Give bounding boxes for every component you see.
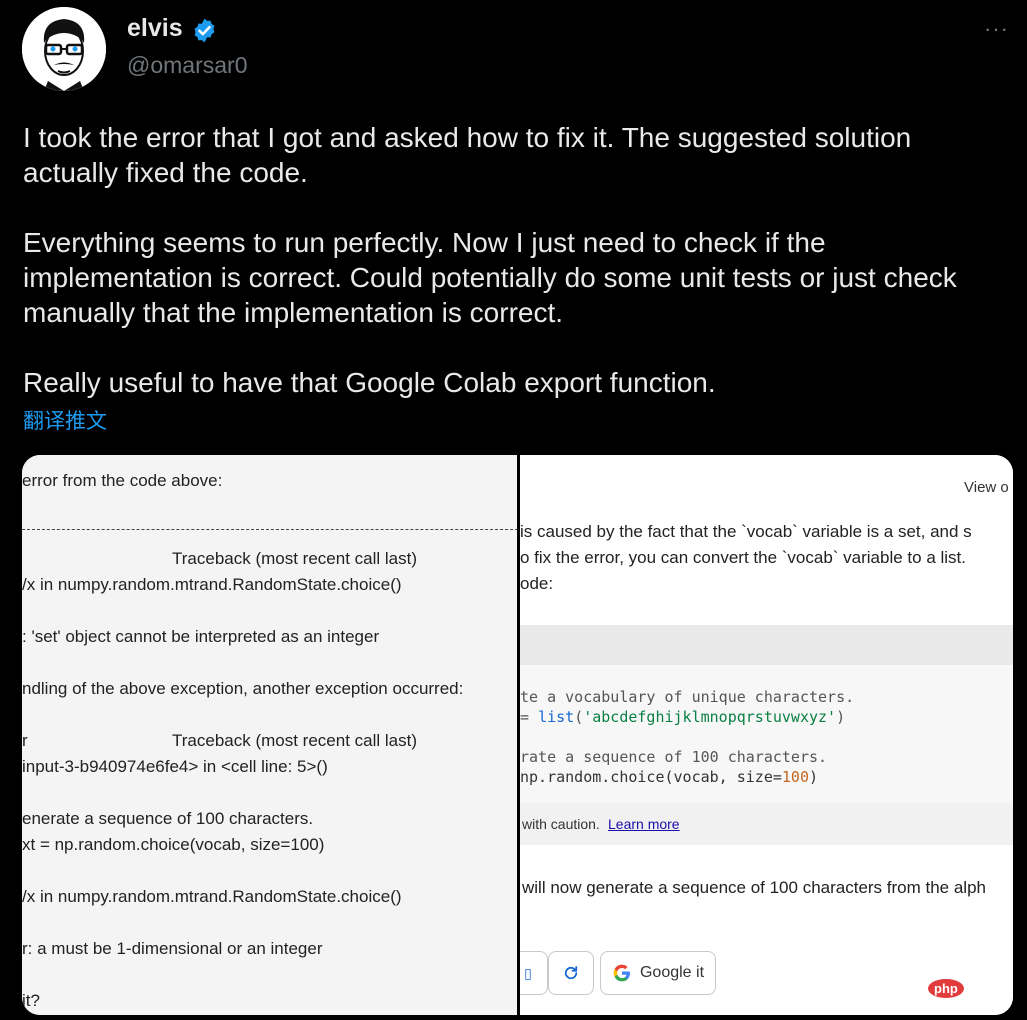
google-it-button[interactable]: Google it (600, 951, 716, 995)
php-logo-icon: php (928, 978, 964, 998)
error-line: it? (22, 991, 40, 1010)
copy-button[interactable]: ▯ (520, 951, 548, 995)
explanation-line: ode: (520, 574, 554, 593)
error-output-panel: error from the code above: Traceback (mo… (22, 455, 518, 1015)
view-other-drafts-link[interactable]: View o (964, 479, 1009, 496)
code-number: 100 (781, 768, 809, 786)
code-operator: = (520, 708, 539, 726)
error-line: /x in numpy.random.mtrand.RandomState.ch… (22, 887, 402, 906)
code-block: te a vocabulary of unique characters. = … (520, 665, 1013, 803)
code-function: list (538, 708, 575, 726)
caution-text: with caution. (522, 816, 600, 832)
translate-tweet-link[interactable]: 翻译推文 (23, 405, 107, 435)
watermark-text: 中文网 (967, 980, 1010, 996)
watermark: php 中文网 (928, 978, 1010, 998)
caution-bar: with caution. Learn more (520, 803, 1013, 845)
more-options-icon[interactable]: ··· (984, 16, 1009, 42)
verified-badge-icon (194, 18, 215, 43)
error-line: ndling of the above exception, another e… (22, 679, 464, 698)
answer-text: will now generate a sequence of 100 char… (522, 878, 986, 897)
regenerate-button[interactable] (548, 951, 594, 995)
code-paren: ) (809, 768, 819, 786)
code-line: np.random.choice(vocab, size=100) (520, 768, 818, 786)
google-it-label: Google it (639, 964, 705, 981)
learn-more-link[interactable]: Learn more (608, 816, 680, 832)
google-g-icon (613, 964, 630, 982)
code-comment: rate a sequence of 100 characters. (520, 748, 828, 766)
tweet-paragraph: Everything seems to run perfectly. Now I… (23, 227, 957, 328)
traceback-header: Traceback (most recent call last) (172, 731, 417, 750)
code-paren: ( (574, 708, 584, 726)
code-paren: ) (836, 708, 846, 726)
author-handle[interactable]: @omarsar0 (127, 52, 248, 79)
tweet-image[interactable]: error from the code above: Traceback (mo… (22, 455, 1013, 1015)
error-line: : 'set' object cannot be interpreted as … (22, 627, 380, 646)
code-block-header (520, 625, 1013, 665)
avatar[interactable] (22, 7, 106, 91)
code-comment: te a vocabulary of unique characters. (520, 688, 855, 706)
explanation-line: o fix the error, you can convert the `vo… (520, 548, 966, 567)
refresh-icon (564, 966, 578, 980)
bard-answer-panel: View o is caused by the fact that the `v… (520, 455, 1013, 1015)
copy-icon: ▯ (524, 964, 532, 981)
tweet-paragraph: Really useful to have that Google Colab … (23, 367, 716, 398)
code-line: = list('abcdefghijklmnopqrstuvwxyz') (520, 708, 845, 726)
avatar-cartoon-icon (22, 7, 106, 91)
error-line: error from the code above: (22, 471, 223, 490)
explanation-line: is caused by the fact that the `vocab` v… (520, 522, 972, 541)
dashed-divider (22, 529, 518, 530)
error-line: enerate a sequence of 100 characters. (22, 809, 314, 828)
error-line: input-3-b940974e6fe4> in <cell line: 5>(… (22, 757, 328, 776)
error-line: /x in numpy.random.mtrand.RandomState.ch… (22, 575, 402, 594)
traceback-header: Traceback (most recent call last) (172, 549, 417, 568)
author-name[interactable]: elvis (127, 14, 183, 43)
error-line: r (22, 731, 28, 750)
tweet-text: I took the error that I got and asked ho… (23, 120, 1013, 435)
error-line: r: a must be 1-dimensional or an integer (22, 939, 323, 958)
code-string: 'abcdefghijklmnopqrstuvwxyz' (583, 708, 837, 726)
error-line: xt = np.random.choice(vocab, size=100) (22, 835, 325, 854)
tweet-paragraph: I took the error that I got and asked ho… (23, 122, 912, 188)
code-text: np.random.choice(vocab, size= (520, 768, 782, 786)
